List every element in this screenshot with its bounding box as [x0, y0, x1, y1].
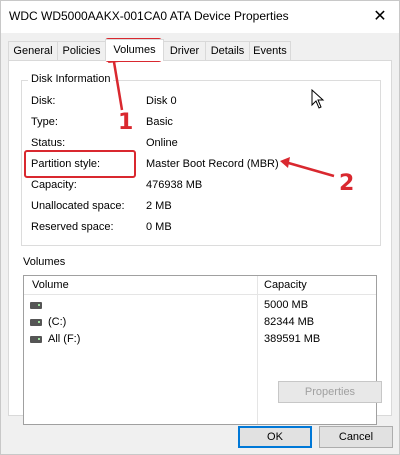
volume-row[interactable]: (C:) 82344 MB	[24, 315, 376, 331]
mouse-cursor-icon	[311, 89, 325, 109]
tab-driver[interactable]: Driver	[163, 41, 206, 60]
cancel-button[interactable]: Cancel	[319, 426, 393, 448]
disk-value: Disk 0	[146, 95, 177, 107]
column-header-volume[interactable]: Volume	[32, 279, 69, 291]
capacity-value: 476938 MB	[146, 179, 203, 191]
annotation-marker-2: 2	[339, 171, 355, 196]
unallocated-space-row: Unallocated space: 2 MB	[22, 200, 382, 216]
disk-row: Disk: Disk 0	[22, 95, 382, 111]
properties-button[interactable]: Properties	[278, 381, 382, 403]
volumes-list-header: Volume Capacity	[24, 276, 376, 295]
tab-policies[interactable]: Policies	[57, 41, 106, 60]
tab-strip: General Policies Volumes Driver Details …	[8, 39, 398, 61]
status-label: Status:	[31, 137, 66, 149]
volumes-section-label: Volumes	[23, 256, 66, 268]
status-value: Online	[146, 137, 178, 149]
disk-label: Disk:	[31, 95, 56, 107]
title-bar: WDC WD5000AAKX-001CA0 ATA Device Propert…	[1, 1, 399, 33]
volume-row[interactable]: 5000 MB	[24, 298, 376, 314]
reserved-space-label: Reserved space:	[31, 221, 114, 233]
ok-button[interactable]: OK	[238, 426, 312, 448]
tab-events[interactable]: Events	[249, 41, 291, 60]
drive-icon	[30, 336, 42, 343]
type-value: Basic	[146, 116, 173, 128]
tab-volumes[interactable]: Volumes	[105, 39, 164, 61]
volume-name: All (F:)	[48, 333, 81, 345]
volume-row[interactable]: All (F:) 389591 MB	[24, 332, 376, 348]
properties-dialog: WDC WD5000AAKX-001CA0 ATA Device Propert…	[0, 0, 400, 455]
unallocated-space-label: Unallocated space:	[31, 200, 125, 212]
type-label: Type:	[31, 116, 58, 128]
partition-style-value: Master Boot Record (MBR)	[146, 158, 279, 170]
tab-details[interactable]: Details	[205, 41, 250, 60]
column-header-capacity[interactable]: Capacity	[264, 279, 307, 291]
drive-icon	[30, 319, 42, 326]
annotation-marker-1: 1	[118, 110, 134, 135]
close-icon[interactable]: ✕	[367, 4, 393, 30]
disk-information-label: Disk Information	[28, 73, 114, 85]
volume-capacity: 82344 MB	[264, 316, 315, 328]
window-title: WDC WD5000AAKX-001CA0 ATA Device Propert…	[9, 9, 289, 23]
annotation-box-partition-style	[24, 150, 136, 178]
volume-capacity: 389591 MB	[264, 333, 321, 345]
volumes-tab-panel: Disk Information Disk: Disk 0 Type: Basi…	[8, 60, 392, 425]
tab-general[interactable]: General	[8, 41, 58, 60]
capacity-row: Capacity: 476938 MB	[22, 179, 382, 195]
volume-name: (C:)	[48, 316, 67, 328]
volume-capacity: 5000 MB	[264, 299, 309, 311]
drive-icon	[30, 302, 42, 309]
capacity-label: Capacity:	[31, 179, 77, 191]
type-row: Type: Basic	[22, 116, 382, 132]
reserved-space-value: 0 MB	[146, 221, 172, 233]
unallocated-space-value: 2 MB	[146, 200, 172, 212]
reserved-space-row: Reserved space: 0 MB	[22, 221, 382, 237]
